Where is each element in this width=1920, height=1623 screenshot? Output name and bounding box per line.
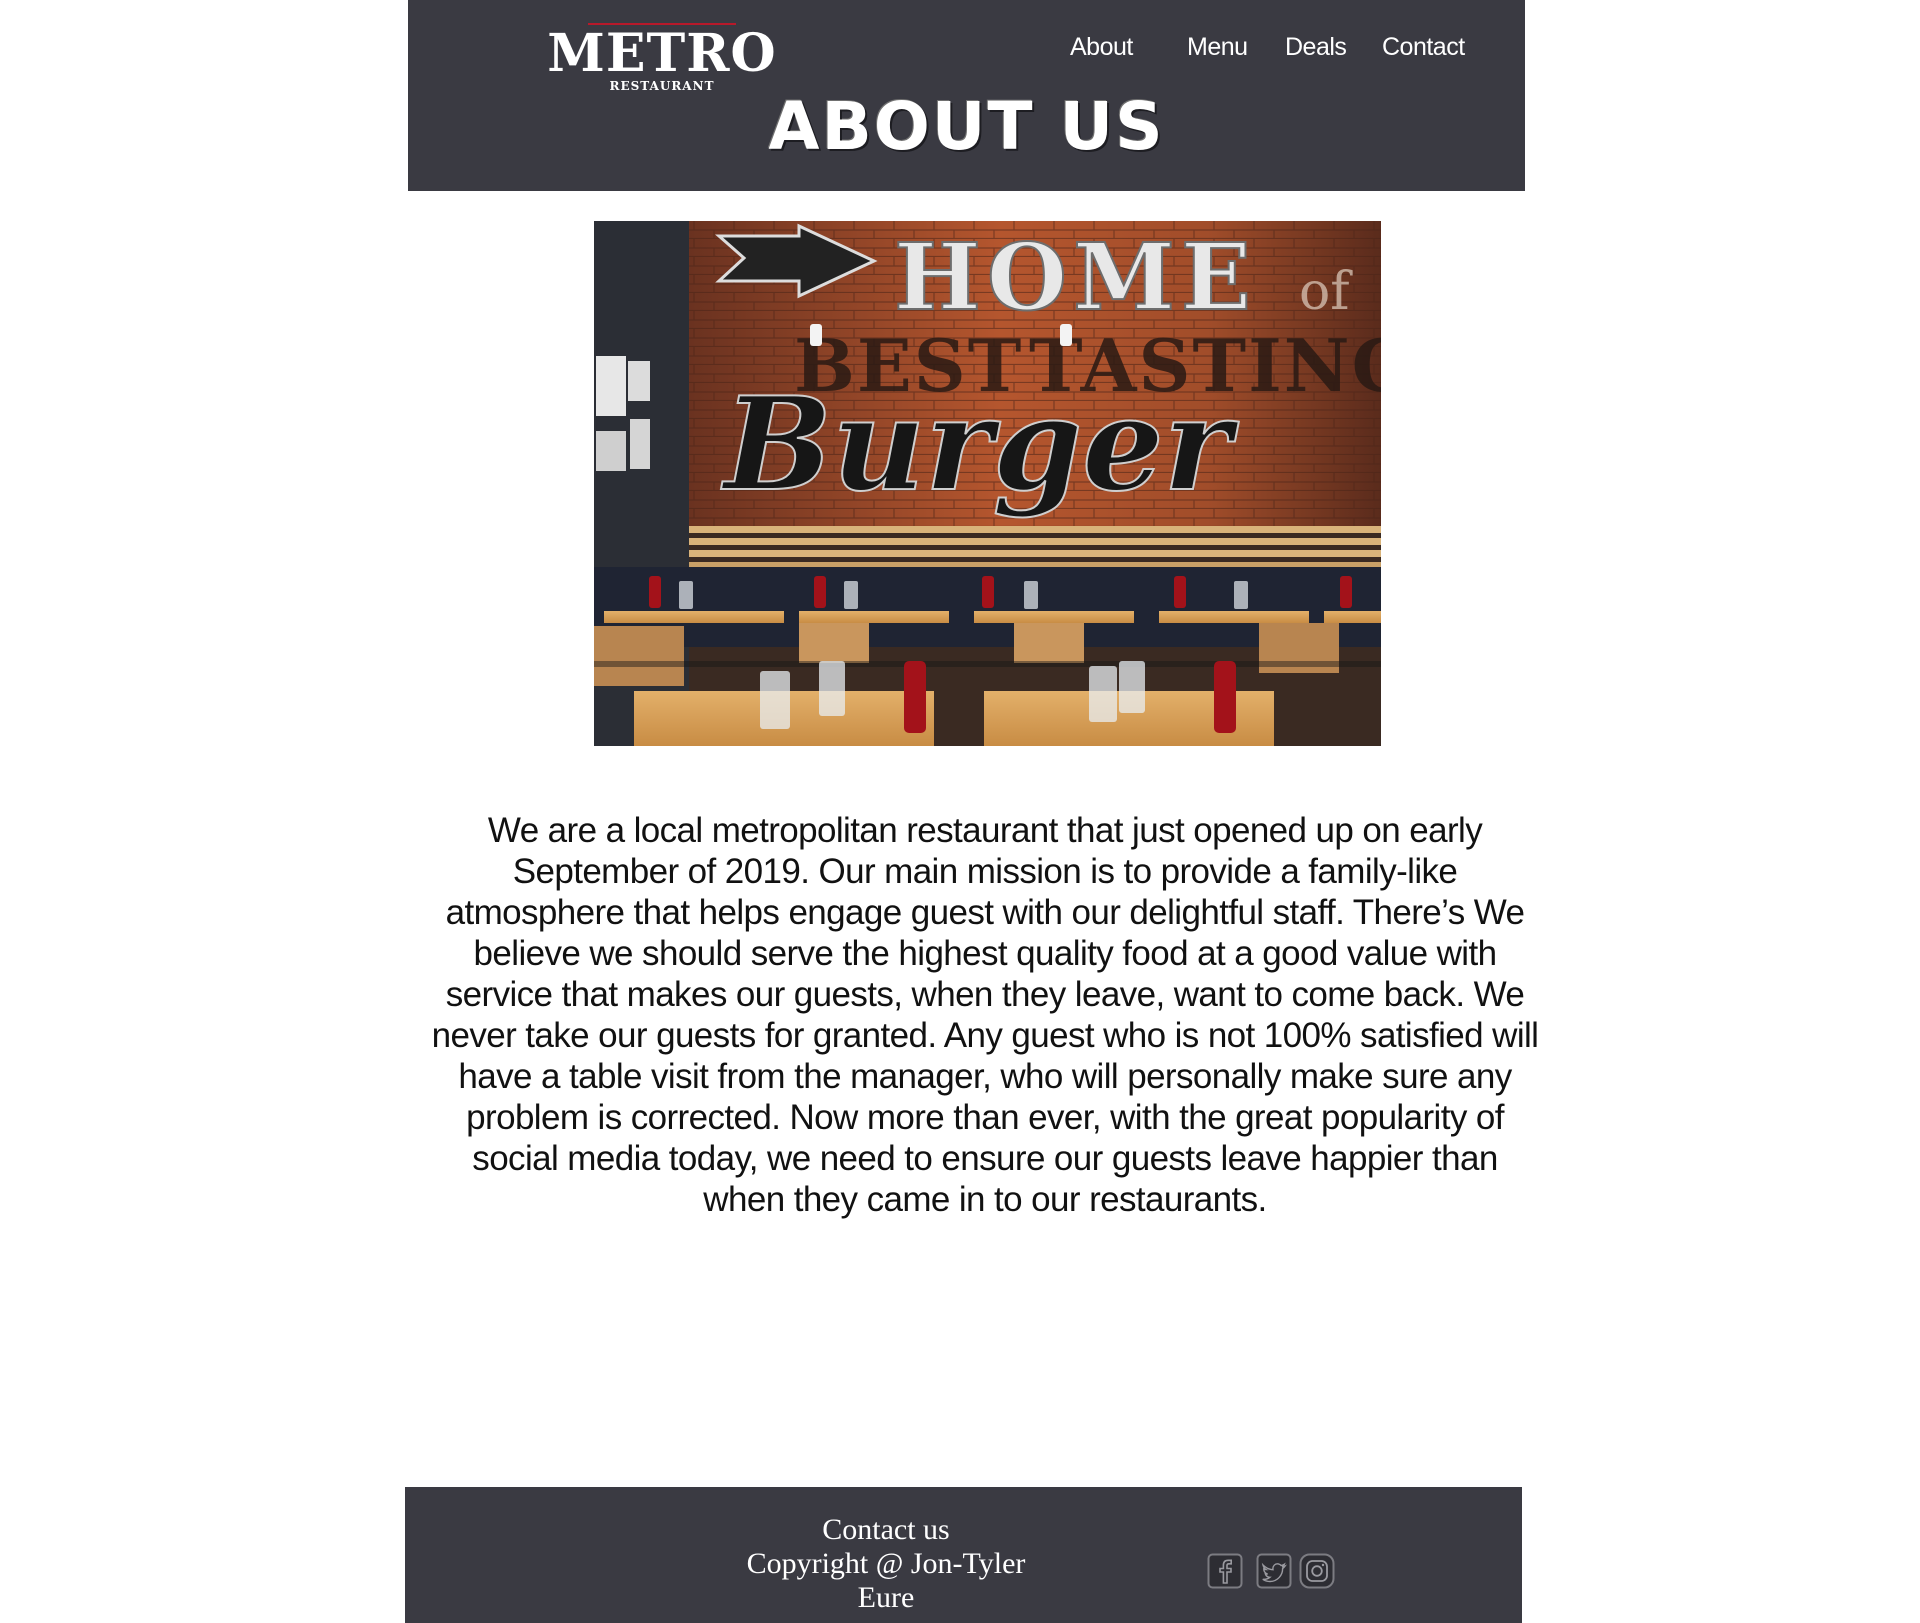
mural-home-text: HOME (894, 223, 1257, 331)
site-header: METRO RESTAURANT About Menu Deals Contac… (408, 0, 1525, 191)
mission-text: We are a local metropolitan restaurant t… (431, 811, 1539, 1219)
site-footer: Contact us Copyright @ Jon-Tyler Eure (405, 1487, 1522, 1623)
restaurant-interior-image: HOME of BEST TASTING Burger (594, 221, 1381, 746)
facebook-icon[interactable] (1207, 1553, 1243, 1589)
nav-deals[interactable]: Deals (1285, 30, 1347, 64)
instagram-icon[interactable] (1299, 1553, 1335, 1589)
footer-contact-link[interactable]: Contact us (717, 1513, 1055, 1547)
metro-logo[interactable]: METRO RESTAURANT (540, 20, 784, 96)
nav-about[interactable]: About (1070, 30, 1133, 64)
twitter-icon[interactable] (1256, 1553, 1292, 1589)
page-title: ABOUT US (768, 88, 1165, 165)
nav-menu[interactable]: Menu (1187, 30, 1248, 64)
mural-burger-text: Burger (721, 370, 1240, 520)
mural-of-text: of (1299, 262, 1353, 322)
logo-name: METRO (547, 23, 777, 84)
footer-copyright: Copyright @ Jon-Tyler Eure (746, 1547, 1026, 1614)
nav-contact[interactable]: Contact (1382, 30, 1465, 64)
